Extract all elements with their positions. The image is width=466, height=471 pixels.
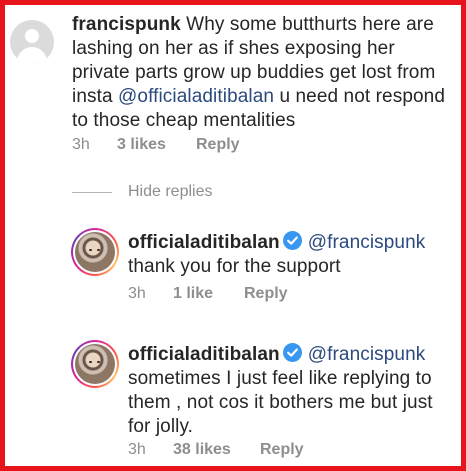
reply-avatar[interactable] (71, 228, 119, 276)
default-avatar-icon[interactable] (10, 20, 54, 64)
avatar-photo (75, 232, 115, 272)
reply-username[interactable]: officialaditibalan (128, 232, 280, 253)
verified-badge-icon (282, 343, 302, 362)
comment-mention-link[interactable]: @officialaditibalan (118, 86, 274, 107)
comment-body: francispunk Why some butthurts here are … (72, 13, 452, 133)
reply-text: sometimes I just feel like replying to t… (128, 368, 433, 437)
reply-body: officialaditibalan @francispunk sometimes … (128, 343, 458, 439)
avatar-body-shape (17, 47, 47, 64)
avatar-head-shape (25, 29, 39, 43)
reply-button[interactable]: Reply (196, 136, 240, 154)
avatar-eye-shape (89, 249, 92, 251)
avatar-photo (75, 344, 115, 384)
reply-button[interactable]: Reply (244, 285, 288, 303)
reply-meta: 3h 38 likes Reply (128, 441, 304, 459)
avatar-eye-shape (97, 361, 100, 363)
comment-username[interactable]: francispunk (72, 14, 181, 35)
reply-time: 3h (128, 441, 146, 458)
comment-time: 3h (72, 136, 90, 153)
reply-likes[interactable]: 38 likes (173, 441, 260, 459)
reply-mention-link[interactable]: @francispunk (308, 344, 426, 365)
reply-time: 3h (128, 285, 146, 302)
reply-likes[interactable]: 1 like (173, 285, 244, 303)
hide-replies-label[interactable]: Hide replies (128, 183, 212, 201)
reply-avatar[interactable] (71, 340, 119, 388)
comment-likes[interactable]: 3 likes (117, 136, 196, 154)
avatar-eye-shape (97, 249, 100, 251)
reply-meta: 3h 1 like Reply (128, 285, 288, 303)
hide-replies-divider (72, 191, 112, 193)
avatar-story-ring-inner (73, 230, 117, 274)
reply-button[interactable]: Reply (260, 441, 304, 459)
reply-text: thank you for the support (128, 256, 341, 277)
reply-username[interactable]: officialaditibalan (128, 344, 280, 365)
verified-badge-icon (282, 231, 302, 250)
reply-mention-link[interactable]: @francispunk (308, 232, 426, 253)
avatar-eye-shape (89, 361, 92, 363)
avatar-story-ring-inner (73, 342, 117, 386)
hide-replies-toggle[interactable]: Hide replies (72, 183, 212, 201)
reply-body: officialaditibalan @francispunk thank you … (128, 231, 458, 279)
comment-meta: 3h 3 likes Reply (72, 136, 240, 154)
